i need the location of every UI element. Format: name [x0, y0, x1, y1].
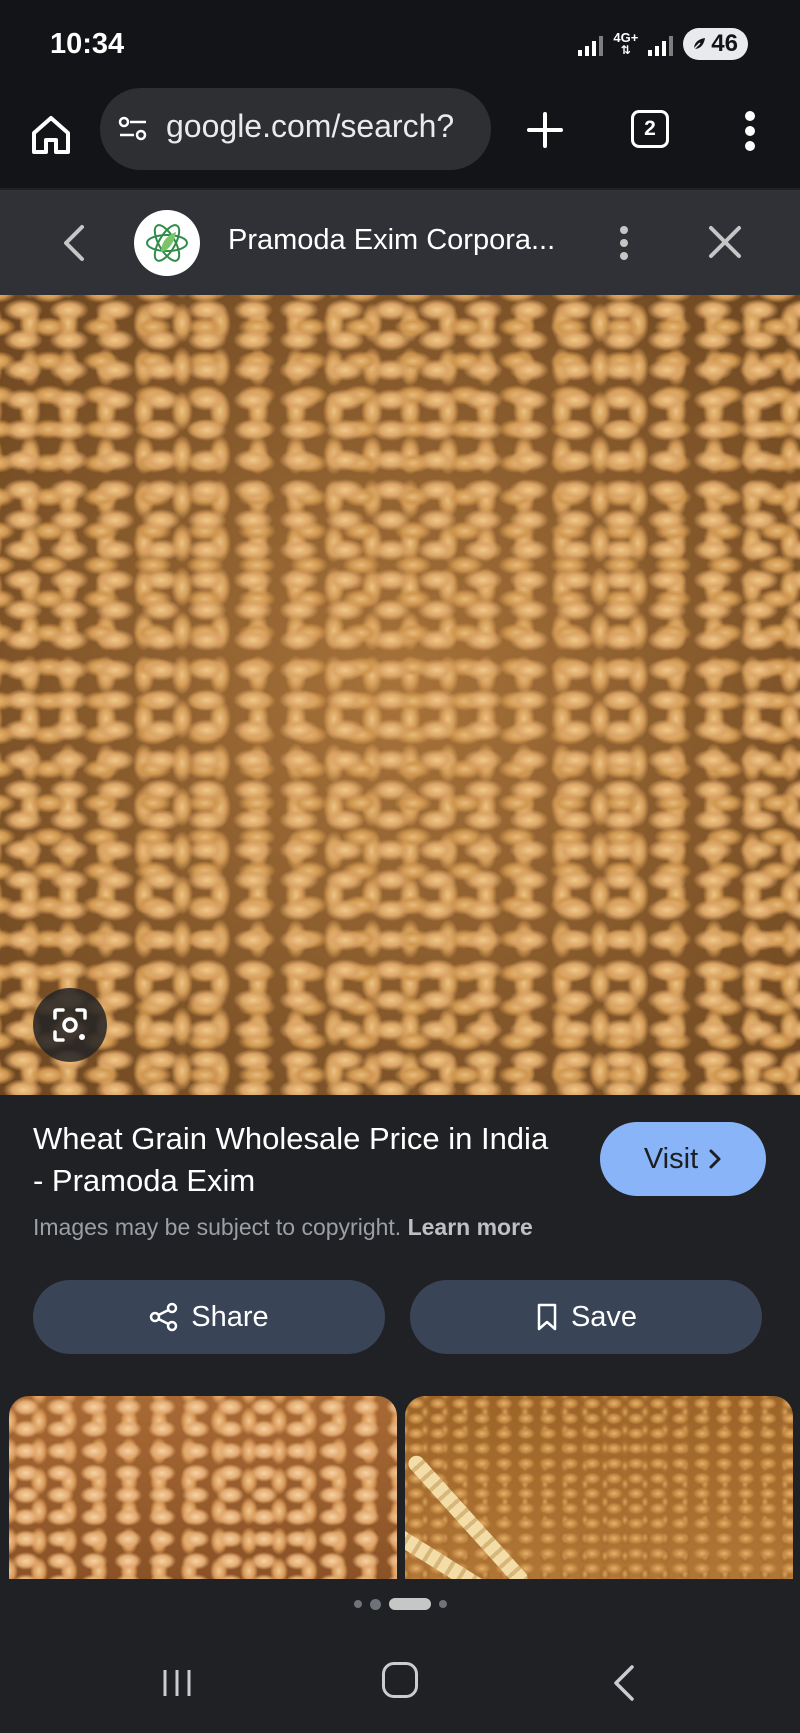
battery-indicator: 46	[683, 28, 748, 60]
status-time: 10:34	[50, 28, 125, 60]
chevron-right-icon	[709, 1149, 721, 1169]
more-vert-icon[interactable]	[740, 108, 760, 154]
system-navigation-bar	[0, 1633, 800, 1733]
pager-dot-active[interactable]	[388, 1598, 431, 1610]
battery-saver-icon	[692, 38, 706, 51]
pager-dot[interactable]	[438, 1600, 447, 1608]
lens-icon	[53, 1008, 87, 1042]
data-arrows-icon: ⇅	[620, 43, 631, 57]
share-button[interactable]: Share	[33, 1280, 385, 1354]
site-logo[interactable]	[134, 210, 200, 276]
nav-back-icon[interactable]	[610, 1663, 638, 1703]
visit-label: Visit	[643, 1142, 699, 1175]
site-settings-icon[interactable]	[118, 114, 148, 144]
bookmark-icon	[537, 1303, 557, 1331]
pager-dot[interactable]	[353, 1600, 362, 1608]
nav-home-icon[interactable]	[382, 1662, 418, 1698]
more-vert-icon[interactable]	[614, 220, 634, 266]
status-bar: 10:34 4G+ ⇅ 46	[0, 0, 800, 88]
share-icon	[150, 1302, 178, 1332]
recents-icon[interactable]	[160, 1667, 194, 1699]
visit-button[interactable]: Visit	[600, 1122, 766, 1196]
pager-dot[interactable]	[369, 1598, 381, 1610]
status-icons: 4G+ ⇅ 46	[578, 28, 748, 60]
url-bar[interactable]: google.com/search?	[100, 88, 491, 170]
result-title[interactable]: Wheat Grain Wholesale Price in India - P…	[33, 1118, 553, 1202]
source-header: Pramoda Exim Corpora...	[0, 190, 800, 295]
chevron-left-icon[interactable]	[60, 223, 88, 263]
source-site-name[interactable]: Pramoda Exim Corpora...	[228, 224, 555, 257]
home-icon[interactable]	[28, 112, 74, 158]
copyright-text: Images may be subject to copyright.	[33, 1214, 402, 1240]
atom-leaf-icon	[146, 224, 188, 262]
related-image-thumbnail[interactable]	[405, 1396, 793, 1579]
tab-switcher-icon[interactable]: 2	[631, 110, 669, 148]
url-text[interactable]: google.com/search?	[166, 108, 454, 145]
main-result-image[interactable]	[0, 295, 800, 1095]
signal-strength-icon-2	[648, 32, 674, 56]
related-image-thumbnail[interactable]	[9, 1396, 397, 1579]
lens-button[interactable]	[33, 988, 107, 1062]
plus-icon[interactable]	[521, 106, 569, 154]
save-label: Save	[570, 1300, 638, 1333]
browser-toolbar: google.com/search? 2	[0, 88, 800, 188]
signal-strength-icon	[578, 32, 604, 56]
learn-more-link[interactable]: Learn more	[408, 1214, 533, 1240]
battery-level: 46	[711, 30, 738, 57]
close-icon[interactable]	[706, 223, 744, 261]
share-label: Share	[191, 1300, 269, 1333]
carousel-pager	[0, 1598, 800, 1610]
network-type-icon: 4G+ ⇅	[613, 31, 638, 57]
copyright-notice: Images may be subject to copyright. Lear…	[33, 1214, 533, 1241]
save-button[interactable]: Save	[410, 1280, 762, 1354]
